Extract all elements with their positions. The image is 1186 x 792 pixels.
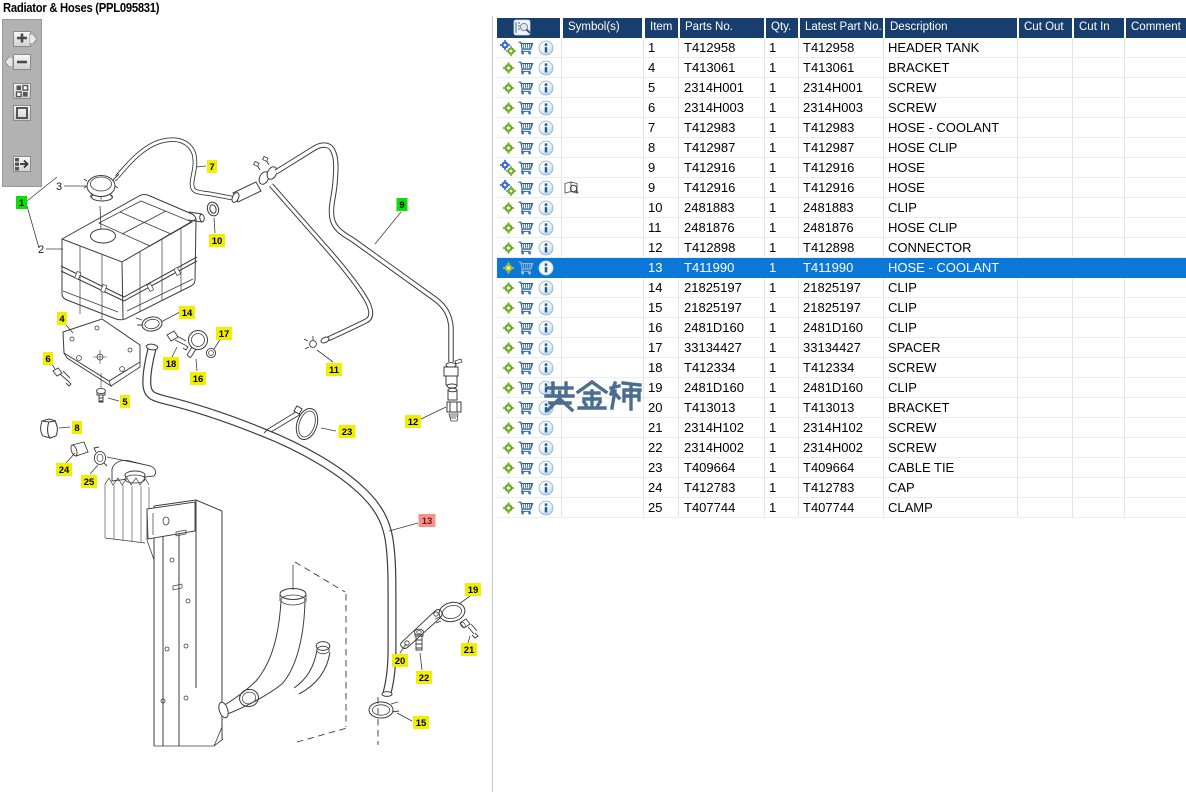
svg-text:14: 14 <box>182 308 193 319</box>
svg-text:1: 1 <box>19 198 25 209</box>
svg-text:18: 18 <box>166 359 177 370</box>
svg-text:25: 25 <box>84 477 95 488</box>
svg-text:6: 6 <box>45 354 50 365</box>
svg-text:15: 15 <box>416 718 427 729</box>
svg-text:5: 5 <box>122 397 128 408</box>
svg-text:23: 23 <box>342 427 353 438</box>
svg-text:9: 9 <box>399 200 404 211</box>
svg-text:13: 13 <box>422 516 433 527</box>
svg-text:19: 19 <box>468 585 479 596</box>
svg-text:3: 3 <box>56 181 62 193</box>
svg-text:7: 7 <box>209 162 214 173</box>
svg-text:8: 8 <box>74 423 79 434</box>
svg-text:10: 10 <box>212 236 223 247</box>
svg-text:21: 21 <box>464 645 475 656</box>
svg-text:20: 20 <box>395 656 406 667</box>
svg-text:22: 22 <box>419 673 430 684</box>
svg-text:16: 16 <box>193 374 204 385</box>
svg-text:12: 12 <box>408 417 419 428</box>
svg-text:11: 11 <box>329 365 340 376</box>
svg-text:4: 4 <box>59 314 65 325</box>
svg-text:17: 17 <box>219 329 230 340</box>
svg-text:2: 2 <box>38 244 44 256</box>
svg-text:24: 24 <box>59 465 70 476</box>
